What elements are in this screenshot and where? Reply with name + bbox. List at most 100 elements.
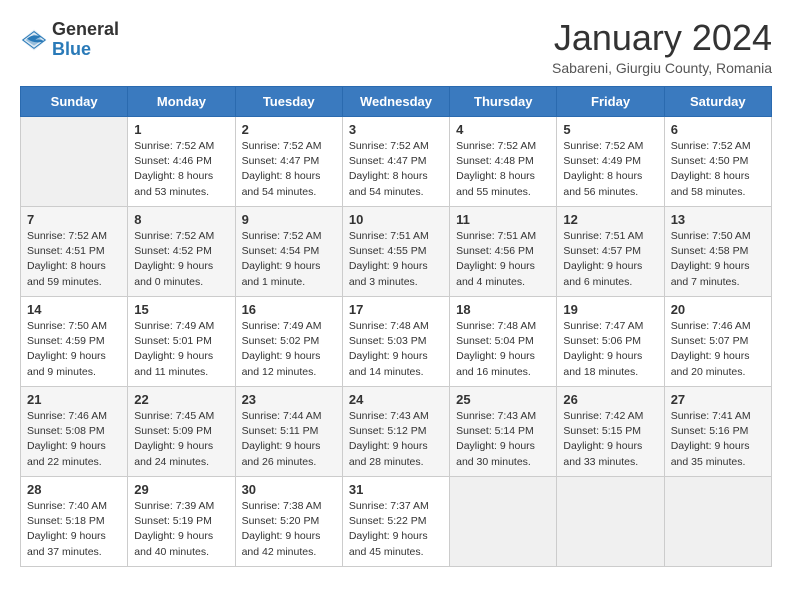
daylight-label: Daylight: 9 hours and 3 minutes. xyxy=(349,260,428,287)
day-cell: 29 Sunrise: 7:39 AMSunset: 5:19 PMDayligh… xyxy=(128,477,235,567)
day-cell: 25Sunrise: 7:43 AMSunset: 5:14 PMDayligh… xyxy=(450,387,557,477)
sunset-label: Sunset: 4:49 PM xyxy=(563,155,641,167)
day-number: 28 xyxy=(27,482,121,497)
week-row-4: 21Sunrise: 7:46 AMSunset: 5:08 PMDayligh… xyxy=(21,387,772,477)
day-cell: 7Sunrise: 7:52 AMSunset: 4:51 PMDaylight… xyxy=(21,207,128,297)
day-number: 31 xyxy=(349,482,443,497)
day-number: 14 xyxy=(27,302,121,317)
sunrise-label: Sunrise: 7:50 AM xyxy=(671,230,751,242)
day-cell: 5Sunrise: 7:52 AMSunset: 4:49 PMDaylight… xyxy=(557,117,664,207)
daylight-label: Daylight: 9 hours and 12 minutes. xyxy=(242,350,321,377)
week-row-5: 28 Sunrise: 7:40 AMSunset: 5:18 PMDayligh… xyxy=(21,477,772,567)
sunrise-label: Sunrise: 7:51 AM xyxy=(563,230,643,242)
day-number: 29 xyxy=(134,482,228,497)
day-info: Sunrise: 7:52 AMSunset: 4:50 PMDaylight:… xyxy=(671,139,765,200)
sunrise-label: Sunrise: 7:47 AM xyxy=(563,320,643,332)
sunset-label: Sunset: 5:18 PM xyxy=(27,515,105,527)
week-row-3: 14Sunrise: 7:50 AMSunset: 4:59 PMDayligh… xyxy=(21,297,772,387)
day-info: Sunrise: 7:51 AMSunset: 4:57 PMDaylight:… xyxy=(563,229,657,290)
sunrise-label: Sunrise: 7:49 AM xyxy=(242,320,322,332)
day-number: 27 xyxy=(671,392,765,407)
sunrise-label: Sunrise: 7:41 AM xyxy=(671,410,751,422)
sunrise-label: Sunrise: 7:50 AM xyxy=(27,320,107,332)
daylight-label: Daylight: 8 hours and 54 minutes. xyxy=(242,170,321,197)
daylight-label: Daylight: 9 hours and 1 minute. xyxy=(242,260,321,287)
daylight-label: Daylight: 9 hours and 33 minutes. xyxy=(563,440,642,467)
daylight-label: Daylight: 9 hours and 40 minutes. xyxy=(134,530,213,557)
day-cell: 2 Sunrise: 7:52 AMSunset: 4:47 PMDaylight… xyxy=(235,117,342,207)
day-cell: 13Sunrise: 7:50 AMSunset: 4:58 PMDayligh… xyxy=(664,207,771,297)
day-info: Sunrise: 7:52 AMSunset: 4:48 PMDaylight:… xyxy=(456,139,550,200)
sunrise-label: Sunrise: 7:48 AM xyxy=(349,320,429,332)
day-number: 11 xyxy=(456,212,550,227)
day-info: Sunrise: 7:37 AMSunset: 5:22 PMDaylight:… xyxy=(349,499,443,560)
title-block: January 2024 Sabareni, Giurgiu County, R… xyxy=(552,20,772,76)
day-info: Sunrise: 7:52 AMSunset: 4:46 PMDaylight:… xyxy=(134,139,228,200)
day-info: Sunrise: 7:49 AMSunset: 5:01 PMDaylight:… xyxy=(134,319,228,380)
sunset-label: Sunset: 4:46 PM xyxy=(134,155,212,167)
day-cell: 4Sunrise: 7:52 AMSunset: 4:48 PMDaylight… xyxy=(450,117,557,207)
day-cell xyxy=(450,477,557,567)
sunset-label: Sunset: 5:20 PM xyxy=(242,515,320,527)
daylight-label: Daylight: 9 hours and 7 minutes. xyxy=(671,260,750,287)
sunrise-label: Sunrise: 7:45 AM xyxy=(134,410,214,422)
day-info: Sunrise: 7:46 AMSunset: 5:07 PMDaylight:… xyxy=(671,319,765,380)
day-cell: 17Sunrise: 7:48 AMSunset: 5:03 PMDayligh… xyxy=(342,297,449,387)
day-number: 19 xyxy=(563,302,657,317)
day-cell: 9Sunrise: 7:52 AMSunset: 4:54 PMDaylight… xyxy=(235,207,342,297)
sunrise-label: Sunrise: 7:52 AM xyxy=(242,140,322,152)
sunrise-label: Sunrise: 7:52 AM xyxy=(671,140,751,152)
day-info: Sunrise: 7:52 AMSunset: 4:47 PMDaylight:… xyxy=(242,139,336,200)
day-number: 7 xyxy=(27,212,121,227)
sunset-label: Sunset: 4:54 PM xyxy=(242,245,320,257)
day-number: 18 xyxy=(456,302,550,317)
day-info: Sunrise: 7:38 AMSunset: 5:20 PMDaylight:… xyxy=(242,499,336,560)
logo: General Blue xyxy=(20,20,119,60)
daylight-label: Daylight: 9 hours and 14 minutes. xyxy=(349,350,428,377)
day-number: 23 xyxy=(242,392,336,407)
sunrise-label: Sunrise: 7:52 AM xyxy=(27,230,107,242)
day-number: 16 xyxy=(242,302,336,317)
day-cell: 1Sunrise: 7:52 AMSunset: 4:46 PMDaylight… xyxy=(128,117,235,207)
day-info: Sunrise: 7:50 AMSunset: 4:58 PMDaylight:… xyxy=(671,229,765,290)
day-cell: 28 Sunrise: 7:40 AMSunset: 5:18 PMDayligh… xyxy=(21,477,128,567)
day-info: Sunrise: 7:52 AMSunset: 4:47 PMDaylight:… xyxy=(349,139,443,200)
day-cell: 19Sunrise: 7:47 AMSunset: 5:06 PMDayligh… xyxy=(557,297,664,387)
day-number: 8 xyxy=(134,212,228,227)
day-cell: 3Sunrise: 7:52 AMSunset: 4:47 PMDaylight… xyxy=(342,117,449,207)
day-info: Sunrise: 7:52 AMSunset: 4:49 PMDaylight:… xyxy=(563,139,657,200)
day-cell xyxy=(21,117,128,207)
day-header-thursday: Thursday xyxy=(450,87,557,117)
day-number: 30 xyxy=(242,482,336,497)
day-cell: 26Sunrise: 7:42 AMSunset: 5:15 PMDayligh… xyxy=(557,387,664,477)
sunset-label: Sunset: 5:19 PM xyxy=(134,515,212,527)
sunset-label: Sunset: 5:06 PM xyxy=(563,335,641,347)
page-header: General Blue January 2024 Sabareni, Giur… xyxy=(20,20,772,76)
month-title: January 2024 xyxy=(552,20,772,56)
daylight-label: Daylight: 8 hours and 55 minutes. xyxy=(456,170,535,197)
sunrise-label: Sunrise: 7:52 AM xyxy=(349,140,429,152)
day-cell: 15Sunrise: 7:49 AMSunset: 5:01 PMDayligh… xyxy=(128,297,235,387)
sunrise-label: Sunrise: 7:42 AM xyxy=(563,410,643,422)
daylight-label: Daylight: 8 hours and 53 minutes. xyxy=(134,170,213,197)
location-subtitle: Sabareni, Giurgiu County, Romania xyxy=(552,60,772,76)
daylight-label: Daylight: 9 hours and 20 minutes. xyxy=(671,350,750,377)
day-number: 6 xyxy=(671,122,765,137)
day-cell: 24Sunrise: 7:43 AMSunset: 5:12 PMDayligh… xyxy=(342,387,449,477)
day-cell: 22Sunrise: 7:45 AMSunset: 5:09 PMDayligh… xyxy=(128,387,235,477)
day-cell: 12Sunrise: 7:51 AMSunset: 4:57 PMDayligh… xyxy=(557,207,664,297)
sunset-label: Sunset: 4:55 PM xyxy=(349,245,427,257)
sunset-label: Sunset: 4:52 PM xyxy=(134,245,212,257)
sunset-label: Sunset: 5:03 PM xyxy=(349,335,427,347)
day-info: Sunrise: 7:40 AMSunset: 5:18 PMDaylight:… xyxy=(27,499,121,560)
sunset-label: Sunset: 5:14 PM xyxy=(456,425,534,437)
daylight-label: Daylight: 8 hours and 59 minutes. xyxy=(27,260,106,287)
day-info: Sunrise: 7:47 AMSunset: 5:06 PMDaylight:… xyxy=(563,319,657,380)
day-info: Sunrise: 7:39 AMSunset: 5:19 PMDaylight:… xyxy=(134,499,228,560)
day-number: 2 xyxy=(242,122,336,137)
day-cell: 18Sunrise: 7:48 AMSunset: 5:04 PMDayligh… xyxy=(450,297,557,387)
daylight-label: Daylight: 9 hours and 16 minutes. xyxy=(456,350,535,377)
day-cell: 20Sunrise: 7:46 AMSunset: 5:07 PMDayligh… xyxy=(664,297,771,387)
day-cell xyxy=(557,477,664,567)
sunrise-label: Sunrise: 7:52 AM xyxy=(563,140,643,152)
